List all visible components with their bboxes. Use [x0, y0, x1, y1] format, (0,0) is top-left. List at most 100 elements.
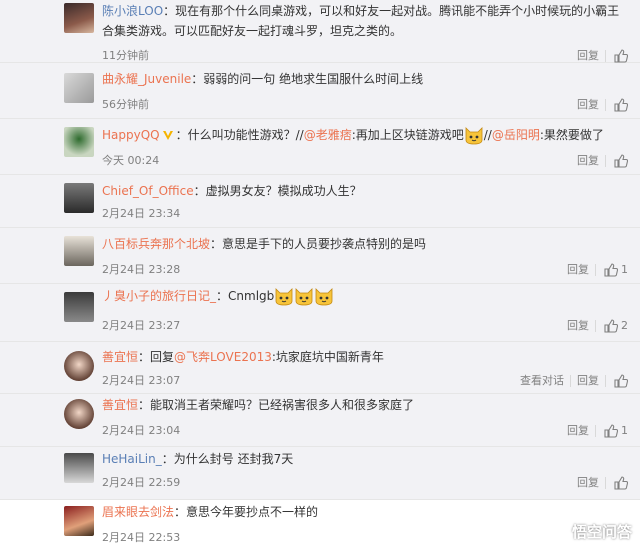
comment-text: 眉来眼去剑法：意思今年要抄点不一样的: [102, 502, 626, 522]
comment-actions: 回复 2: [561, 318, 628, 334]
like-button[interactable]: [606, 476, 628, 490]
user-avatar[interactable]: [64, 506, 94, 536]
comment-item: 曲永耀_Juvenile：弱弱的问一句 绝地求生国服什么时间上线 56分钟前 回…: [0, 63, 640, 119]
comment-item: Chief_Of_Office：虚拟男女友？模拟成功人生？ 2月24日 23:3…: [0, 175, 640, 228]
like-button[interactable]: [606, 374, 628, 388]
comment-text: HeHaiLin_：为什么封号 还封我7天: [102, 449, 626, 469]
like-button[interactable]: 2: [596, 318, 628, 334]
comment-list: 陈小浪LOO：现在有那个什么同桌游戏，可以和好友一起对战。腾讯能不能弄个小时候玩…: [0, 0, 640, 552]
comment-body: ：虚拟男女友？模拟成功人生？: [193, 184, 362, 198]
like-button[interactable]: 1: [596, 423, 628, 439]
mention-link[interactable]: @老雅痞: [304, 128, 352, 142]
reply-button[interactable]: 回复: [571, 48, 605, 64]
like-button[interactable]: [606, 98, 628, 112]
like-count: 2: [621, 319, 628, 332]
mention-link[interactable]: @岳阳明: [492, 128, 540, 142]
thumbs-up-icon: [614, 154, 628, 168]
comment-body: ：什么叫功能性游戏？//: [175, 128, 304, 142]
watermark: 悟空问答: [546, 520, 632, 542]
user-avatar[interactable]: [64, 399, 94, 429]
comment-text: 八百标兵奔那个北坡：意思是手下的人员要抄袭点特别的是吗: [102, 234, 626, 254]
comment-body: :坑家庭坑中国新青年: [271, 350, 384, 364]
cat-emoji-icon: [294, 286, 314, 306]
username-link[interactable]: HeHaiLin_: [102, 452, 162, 466]
user-avatar[interactable]: [64, 3, 94, 33]
reply-button[interactable]: 回复: [561, 262, 595, 278]
comment-actions: 回复: [571, 475, 628, 491]
like-count: 1: [621, 263, 628, 276]
comment-time: 56分钟前: [102, 98, 149, 111]
reply-button[interactable]: 回复: [571, 97, 605, 113]
comment-text: 善宜恒：回复@飞奔LOVE2013:坑家庭坑中国新青年: [102, 347, 626, 367]
username-link[interactable]: 八百标兵奔那个北坡: [102, 237, 210, 251]
cat-emoji-icon: [314, 286, 334, 306]
comment-time: 11分钟前: [102, 49, 149, 62]
comment-item: 丿臭小子的旅行日记_：Cnmlgb 2月24日 23:27 回复 2: [0, 284, 640, 342]
comment-body: ：为什么封号 还封我7天: [161, 452, 294, 466]
comment-actions: 回复: [571, 153, 628, 169]
user-avatar[interactable]: [64, 236, 94, 266]
username-link[interactable]: 善宜恒: [102, 350, 138, 364]
thumbs-up-icon: [614, 98, 628, 112]
comment-text: 丿臭小子的旅行日记_：Cnmlgb: [102, 286, 626, 306]
comment-body: ：意思是手下的人员要抄袭点特别的是吗: [210, 237, 427, 251]
comment-body: ：弱弱的问一句 绝地求生国服什么时间上线: [191, 72, 424, 86]
comment-time: 2月24日 23:07: [102, 374, 181, 387]
cat-emoji-icon: [274, 286, 294, 306]
reply-button[interactable]: 回复: [561, 423, 595, 439]
reply-button[interactable]: 回复: [571, 153, 605, 169]
thumbs-up-icon: [604, 263, 618, 277]
comment-actions: 回复: [571, 48, 628, 64]
like-button[interactable]: [606, 154, 628, 168]
username-link[interactable]: 曲永耀_Juvenile: [102, 72, 191, 86]
comment-text: 陈小浪LOO：现在有那个什么同桌游戏，可以和好友一起对战。腾讯能不能弄个小时候玩…: [102, 1, 626, 41]
watermark-label: 悟空问答: [571, 522, 632, 541]
mention-link[interactable]: @飞奔LOVE2013: [174, 350, 272, 364]
username-link[interactable]: 陈小浪LOO: [102, 4, 163, 18]
user-avatar[interactable]: [64, 73, 94, 103]
comment-text: Chief_Of_Office：虚拟男女友？模拟成功人生？: [102, 181, 626, 201]
user-avatar[interactable]: [64, 127, 94, 157]
thumbs-up-icon: [604, 424, 618, 438]
thumbs-up-icon: [614, 374, 628, 388]
comment-item: 陈小浪LOO：现在有那个什么同桌游戏，可以和好友一起对战。腾讯能不能弄个小时候玩…: [0, 0, 640, 63]
comment-item: HappyQQ ：什么叫功能性游戏？//@老雅痞:再加上区块链游戏吧 //@岳阳明:…: [0, 119, 640, 175]
comment-actions: 回复 1: [561, 423, 628, 439]
username-link[interactable]: 丿臭小子的旅行日记_: [102, 289, 216, 303]
comment-actions: 回复: [571, 97, 628, 113]
reply-button[interactable]: 回复: [571, 373, 605, 389]
like-button[interactable]: 1: [596, 262, 628, 278]
cat-emoji-icon: [464, 125, 484, 145]
comment-body: //: [483, 128, 492, 142]
view-dialog-button[interactable]: 查看对话: [514, 373, 570, 389]
comment-body: :果然要做了: [539, 128, 604, 142]
user-avatar[interactable]: [64, 351, 94, 381]
verified-v-icon: [162, 131, 173, 140]
comment-time: 2月24日 23:27: [102, 319, 181, 332]
user-avatar[interactable]: [64, 453, 94, 483]
like-button[interactable]: [606, 49, 628, 63]
comment-item: 善宜恒：回复@飞奔LOVE2013:坑家庭坑中国新青年 2月24日 23:07 …: [0, 342, 640, 394]
username-link[interactable]: 善宜恒: [102, 398, 138, 412]
comment-body: ：能取消王者荣耀吗？已经祸害很多人和很多家庭了: [138, 398, 415, 412]
user-avatar[interactable]: [64, 292, 94, 322]
comment-time: 2月24日 23:34: [102, 207, 181, 220]
comment-text: 曲永耀_Juvenile：弱弱的问一句 绝地求生国服什么时间上线: [102, 69, 626, 89]
comment-time: 2月24日 22:53: [102, 531, 181, 544]
comment-body: ：回复: [138, 350, 175, 364]
username-link[interactable]: HappyQQ: [102, 128, 160, 142]
comment-body: ：现在有那个什么同桌游戏，可以和好友一起对战。腾讯能不能弄个小时候玩的小霸王合集…: [102, 4, 620, 38]
comment-item: 八百标兵奔那个北坡：意思是手下的人员要抄袭点特别的是吗 2月24日 23:28 …: [0, 228, 640, 284]
username-link[interactable]: 眉来眼去剑法: [102, 505, 174, 519]
like-count: 1: [621, 424, 628, 437]
wukong-logo-icon: [546, 520, 568, 542]
username-link[interactable]: Chief_Of_Office: [102, 184, 194, 198]
comment-body: :再加上区块链游戏吧: [351, 128, 464, 142]
comment-item: 眉来眼去剑法：意思今年要抄点不一样的 2月24日 22:53: [0, 500, 640, 552]
user-avatar[interactable]: [64, 183, 94, 213]
comment-text: 善宜恒：能取消王者荣耀吗？已经祸害很多人和很多家庭了: [102, 395, 626, 415]
reply-button[interactable]: 回复: [571, 475, 605, 491]
reply-button[interactable]: 回复: [561, 318, 595, 334]
comment-item: HeHaiLin_：为什么封号 还封我7天 2月24日 22:59 回复: [0, 447, 640, 500]
comment-actions: 回复 1: [561, 262, 628, 278]
